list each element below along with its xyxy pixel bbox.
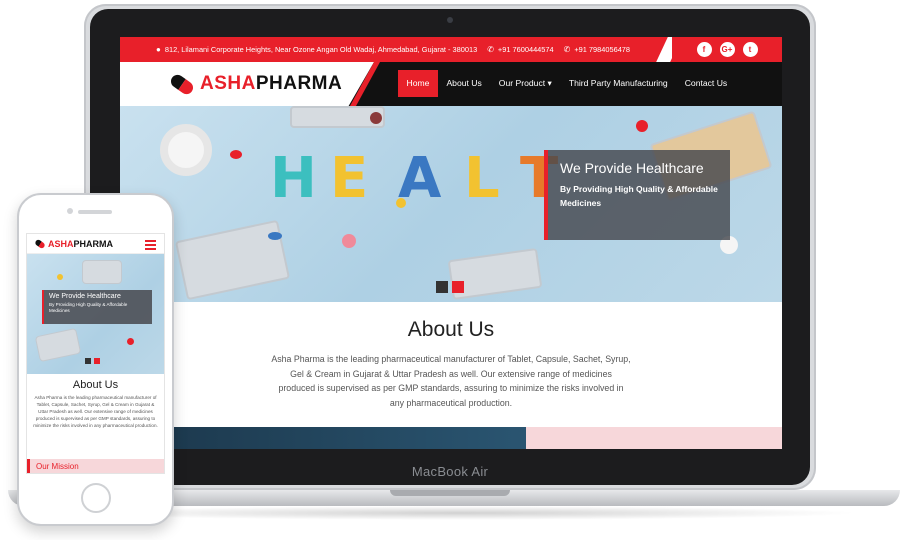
- laptop-shadow: [60, 506, 860, 520]
- blister-pack-image: [82, 260, 122, 284]
- phone-icon: ✆: [487, 45, 494, 54]
- phone-screen: ASHAPHARMA We Provide Healthcare By Prov…: [26, 233, 165, 474]
- address-item: ● 812, Lilamani Corporate Heights, Near …: [156, 45, 477, 54]
- hero-letter-l: L: [464, 146, 500, 211]
- device-mockup: MacBook Air ● 812, Lilamani Corporate He…: [0, 0, 900, 540]
- mobile-header: ASHAPHARMA: [27, 234, 164, 254]
- phone-home-button[interactable]: [81, 483, 111, 513]
- nav-about-us[interactable]: About Us: [438, 70, 490, 97]
- mobile-mission-heading[interactable]: Our Mission: [27, 459, 164, 473]
- tape-roll-image: [160, 124, 212, 176]
- about-body: Asha Pharma is the leading pharmaceutica…: [271, 354, 631, 408]
- hero-letter-a: A: [398, 146, 442, 211]
- mobile-hero-title: We Provide Healthcare: [49, 293, 121, 300]
- capsule-logo-icon: [34, 238, 46, 249]
- top-contact-bar: ● 812, Lilamani Corporate Heights, Near …: [120, 37, 782, 62]
- hero-caption-box: We Provide Healthcare By Providing High …: [544, 150, 730, 240]
- mobile-slider-dot-2[interactable]: [94, 358, 100, 364]
- slider-dot-1[interactable]: [436, 281, 448, 293]
- nav-third-party-manufacturing[interactable]: Third Party Manufacturing: [560, 70, 676, 97]
- phone-text-1: +91 7600444574: [497, 45, 554, 54]
- mobile-hero-banner: We Provide Healthcare By Providing High …: [27, 254, 164, 374]
- phone-text-2: +91 7984056478: [574, 45, 631, 54]
- twitter-icon[interactable]: t: [742, 42, 758, 57]
- next-section-strip: [172, 427, 782, 449]
- phone-icon: ✆: [563, 45, 571, 54]
- hero-letter-e: E: [330, 146, 369, 211]
- nav-menu: Home About Us Our Product ▾ Third Party …: [398, 70, 736, 97]
- address-text: 812, Lilamani Corporate Heights, Near Oz…: [164, 45, 478, 54]
- location-pin-icon: ●: [156, 45, 161, 54]
- mobile-logo-text[interactable]: ASHAPHARMA: [48, 239, 113, 249]
- pill-image: [636, 120, 648, 132]
- slider-dot-2[interactable]: [452, 281, 464, 293]
- laptop-notch: [390, 490, 510, 496]
- phone-item-1[interactable]: ✆ +91 7600444574: [487, 45, 553, 54]
- slider-dots: [436, 281, 464, 293]
- hero-banner: H E A L T We Provide Healthcare By Provi…: [120, 106, 782, 302]
- phone-speaker: [78, 210, 112, 214]
- hamburger-menu-icon[interactable]: [145, 240, 156, 252]
- pill-image: [127, 338, 134, 345]
- phone-camera-icon: [67, 208, 73, 214]
- about-section: About Us Asha Pharma is the leading phar…: [120, 302, 782, 410]
- nav-contact-us[interactable]: Contact Us: [676, 70, 736, 97]
- pill-image: [342, 234, 356, 248]
- pill-image: [57, 274, 63, 280]
- google-plus-icon[interactable]: G+: [719, 42, 735, 57]
- mobile-hero-subtitle: By Providing High Quality & Affordable M…: [49, 302, 128, 313]
- camera-icon: [447, 17, 453, 23]
- hero-letter-h: H: [270, 146, 317, 211]
- hero-subtitle: By Providing High Quality & Affordable M…: [560, 184, 718, 208]
- about-heading: About Us: [407, 318, 495, 341]
- mobile-slider-dot-1[interactable]: [85, 358, 91, 364]
- logo-text: ASHAPHARMA: [200, 73, 343, 94]
- mobile-about-body: Asha Pharma is the leading pharmaceutica…: [33, 395, 158, 428]
- mobile-slider-dots: [85, 358, 100, 364]
- mobile-hero-caption: We Provide Healthcare By Providing High …: [42, 290, 152, 324]
- facebook-icon[interactable]: f: [696, 42, 712, 57]
- social-links: f G+ t: [672, 37, 782, 62]
- nav-home[interactable]: Home: [398, 70, 438, 97]
- phone-frame: ASHAPHARMA We Provide Healthcare By Prov…: [17, 193, 174, 526]
- phone-item-2[interactable]: ✆ +91 7984056478: [564, 45, 630, 54]
- main-navbar: ASHAPHARMA Home About Us Our Product ▾ T…: [120, 62, 782, 106]
- mobile-about-heading: About Us: [72, 379, 119, 391]
- laptop-screen: ● 812, Lilamani Corporate Heights, Near …: [120, 37, 782, 449]
- site-logo[interactable]: ASHAPHARMA: [120, 62, 374, 106]
- pill-image: [370, 112, 382, 124]
- blister-pack-image: [34, 327, 82, 363]
- capsule-logo-icon: [168, 71, 196, 97]
- nav-our-product[interactable]: Our Product ▾: [490, 70, 560, 97]
- hero-title: We Provide Healthcare: [560, 160, 704, 176]
- mobile-about-section: About Us Asha Pharma is the leading phar…: [27, 374, 164, 429]
- pill-image: [230, 150, 242, 159]
- pill-image: [268, 232, 282, 240]
